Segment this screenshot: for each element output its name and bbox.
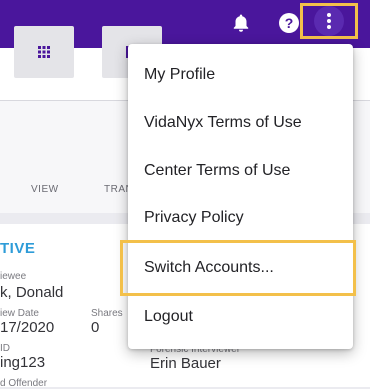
offender-label: d Offender <box>0 378 48 389</box>
status-title: TIVE <box>0 240 36 257</box>
menu-item-vidanyx-terms[interactable]: VidaNyx Terms of Use <box>128 100 353 146</box>
id-label: ID <box>0 343 10 354</box>
menu-item-logout[interactable]: Logout <box>128 294 353 340</box>
view-tile[interactable] <box>14 26 74 78</box>
interview-date-value: 17/2020 <box>0 319 55 336</box>
menu-item-center-terms[interactable]: Center Terms of Use <box>128 148 353 194</box>
view-tile-label: VIEW <box>31 184 59 195</box>
svg-text:?: ? <box>285 15 294 31</box>
id-value: ing123 <box>0 354 46 371</box>
shares-label: Shares <box>91 308 123 319</box>
more-options-button[interactable] <box>300 3 358 39</box>
menu-item-switch-accounts[interactable]: Switch Accounts... <box>128 245 353 291</box>
help-icon[interactable]: ? <box>276 10 302 36</box>
grid-icon <box>38 46 50 58</box>
interviewee-label: iewee <box>0 271 27 282</box>
forensic-interviewer-value: Erin Bauer <box>150 355 221 372</box>
interviewee-value: k, Donald <box>0 284 64 301</box>
menu-item-privacy-policy[interactable]: Privacy Policy <box>128 195 353 241</box>
more-vert-icon <box>314 6 344 36</box>
bell-icon[interactable] <box>228 10 254 36</box>
menu-item-my-profile[interactable]: My Profile <box>128 52 353 98</box>
account-menu: My Profile VidaNyx Terms of Use Center T… <box>128 44 353 349</box>
shares-value: 0 <box>91 319 100 336</box>
interview-date-label: iew Date <box>0 308 39 319</box>
